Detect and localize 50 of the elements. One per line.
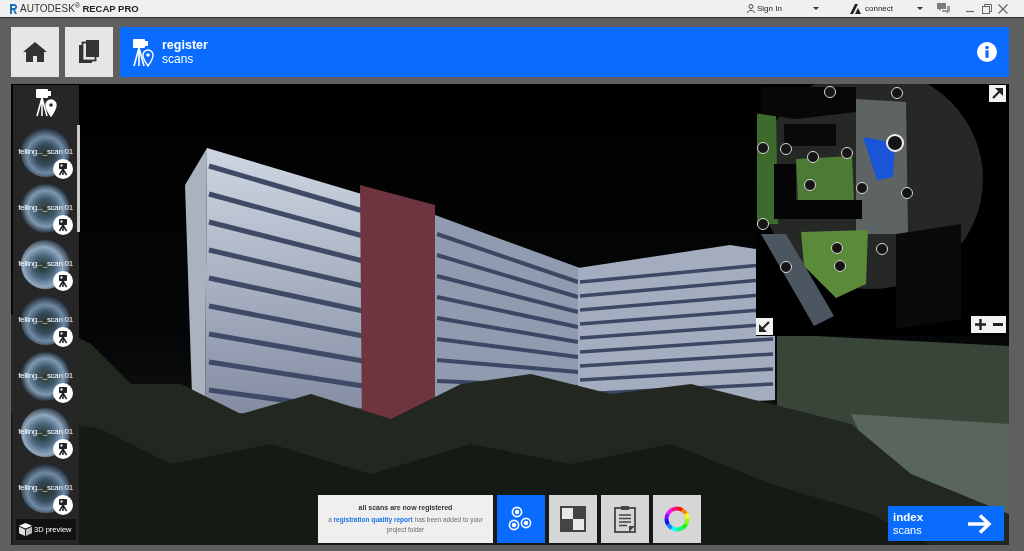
zoom-out-button[interactable] [989,316,1006,333]
logo-icon [10,3,17,14]
scan-label: felling..._scan 01 [18,259,73,269]
tripod-camera-icon [53,159,73,179]
arrow-icon [992,88,1003,99]
cube-icon [19,523,32,536]
scan-label: felling..._scan 01 [18,427,73,437]
restore-icon[interactable] [982,3,992,14]
product-name: RECAP PRO [82,2,139,15]
scan-label: felling..._scan 01 [18,371,73,381]
connect-button[interactable]: connect [850,1,923,16]
tool-button[interactable] [497,495,545,543]
header-title: register [162,38,208,52]
plus-icon [974,319,986,330]
scan-label: felling..._scan 01 [18,203,73,213]
tripod-camera-icon [53,383,73,403]
tool-button[interactable] [549,495,597,543]
logo-icon [850,3,861,14]
documents-button[interactable] [65,27,113,77]
documents-icon [78,40,100,64]
tripod-camera-icon [53,439,73,459]
home-button[interactable] [11,27,59,77]
tripod-camera-icon [53,495,73,515]
scan-label: felling..._scan 01 [18,315,73,325]
person-icon [747,4,755,13]
tripod-camera-icon [53,271,73,291]
info-icon[interactable] [977,42,997,62]
arrow-right-icon [968,513,992,534]
tripod-camera-icon [53,215,73,235]
zoom-in-button[interactable] [971,316,989,333]
house-icon [23,42,47,62]
scan-label: felling..._scan 01 [18,483,73,493]
collapse-map-button[interactable] [756,318,773,335]
register-scans-icon [132,37,154,67]
scrollbar-thumb[interactable] [77,125,80,232]
minus-icon [992,323,1003,326]
register-scans-icon [35,88,57,117]
tripod-camera-icon [53,327,73,347]
index-scans-button[interactable]: index scans [888,506,1004,541]
scan-label: felling..._scan 01 [18,147,73,157]
chat-icon[interactable] [937,3,950,14]
brand-name: AUTODESK$^{®}$ [20,2,81,15]
caret-icon [917,7,923,10]
header-subtitle: scans [162,52,195,66]
expand-map-button[interactable] [989,85,1006,102]
tool-button[interactable] [601,495,649,543]
close-icon[interactable] [998,3,1008,14]
arrow-icon [759,321,770,332]
sign-in-button[interactable]: Sign In [747,1,819,16]
caret-icon [813,7,819,10]
